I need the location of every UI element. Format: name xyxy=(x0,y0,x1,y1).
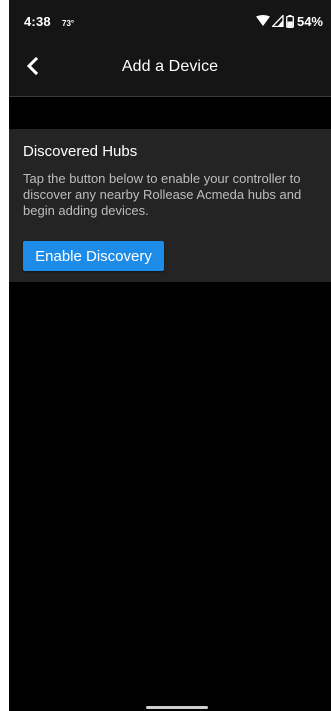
wifi-icon xyxy=(255,15,270,27)
phone-screen: 4:38 73° 54% Add a Device Discovered Hub… xyxy=(9,0,331,711)
discovered-hubs-card: Discovered Hubs Tap the button below to … xyxy=(9,129,331,282)
status-time: 4:38 xyxy=(24,14,51,29)
status-icons: 54% xyxy=(255,13,323,29)
page-title: Add a Device xyxy=(121,58,219,75)
app-header: Add a Device xyxy=(9,42,331,96)
section-title: Discovered Hubs xyxy=(23,143,138,160)
header-divider xyxy=(9,96,331,97)
battery-percentage: 54% xyxy=(296,13,323,29)
enable-discovery-button[interactable]: Enable Discovery xyxy=(23,241,164,271)
home-indicator[interactable] xyxy=(146,706,208,709)
section-description: Tap the button below to enable your cont… xyxy=(23,171,302,218)
battery-icon xyxy=(286,14,294,28)
status-temperature: 73° xyxy=(62,19,75,28)
signal-icon xyxy=(271,15,284,27)
status-bar: 4:38 73° 54% xyxy=(9,0,331,42)
